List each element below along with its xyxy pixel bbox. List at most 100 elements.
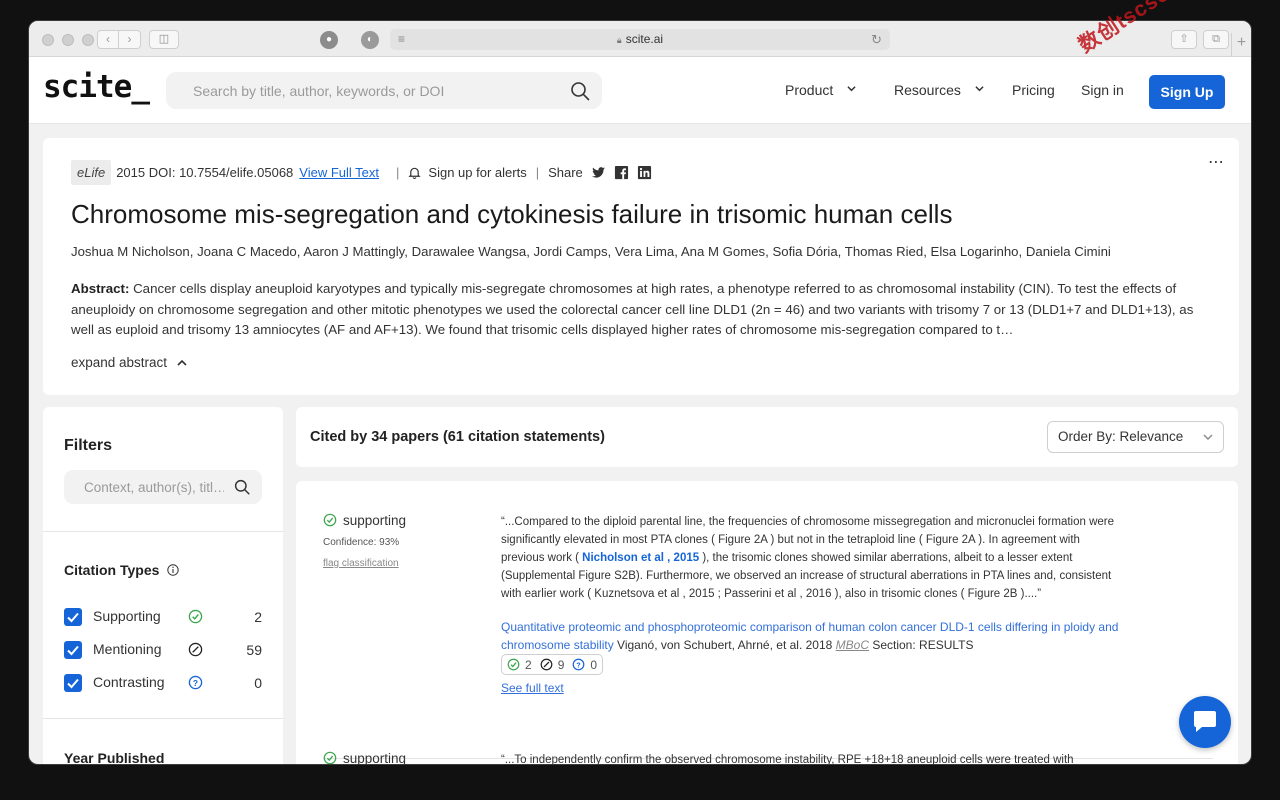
minimize-window-button[interactable]	[62, 34, 74, 46]
chevron-down-icon	[975, 86, 984, 92]
citation-tally[interactable]: 2 9 ? 0	[501, 654, 604, 675]
facebook-icon[interactable]	[614, 165, 629, 180]
citation-type-mentioning[interactable]: Mentioning 59	[64, 640, 262, 660]
back-arrow-icon[interactable]: ‹	[97, 30, 119, 49]
contrasting-label: Contrasting	[93, 674, 165, 690]
order-by-select[interactable]: Order By: Relevance	[1047, 421, 1224, 453]
search-icon[interactable]	[234, 479, 250, 495]
flag-classification-link[interactable]: flag classification	[323, 558, 399, 569]
citation-types-title: Citation Types	[64, 562, 180, 578]
tally-mentioning-count: 9	[557, 657, 565, 672]
confidence-score: Confidence: 93%	[323, 537, 400, 548]
expand-abstract-toggle[interactable]: expand abstract	[71, 355, 187, 370]
nav-product-label: Product	[785, 82, 834, 98]
nav-resources-label: Resources	[894, 82, 961, 98]
citation-type: supporting	[323, 513, 406, 528]
global-search	[166, 72, 602, 109]
nav-sign-in[interactable]: Sign in	[1081, 82, 1124, 98]
global-search-input[interactable]	[166, 72, 546, 109]
chevron-down-icon	[847, 86, 856, 92]
sign-up-alerts-link[interactable]: Sign up for alerts	[428, 165, 526, 180]
sign-up-button[interactable]: Sign Up	[1149, 75, 1225, 109]
separator: |	[396, 165, 400, 180]
year-published-title: Year Published	[64, 750, 165, 765]
citation-type-supporting[interactable]: Supporting 2	[64, 607, 262, 627]
citation-type-contrasting[interactable]: Contrasting ? 0	[64, 673, 262, 693]
citation-type-label: supporting	[343, 513, 407, 528]
info-icon[interactable]	[167, 564, 180, 576]
paper-title: Chromosome mis-segregation and cytokines…	[71, 199, 953, 229]
chevron-down-icon	[1203, 434, 1213, 440]
close-window-button[interactable]	[42, 34, 54, 46]
nav-product[interactable]: Product	[785, 82, 856, 98]
divider	[43, 718, 283, 719]
tally-contrasting: ? 0	[572, 658, 597, 672]
more-options-icon[interactable]: ⋯	[1208, 152, 1225, 172]
chat-support-button[interactable]	[1179, 696, 1231, 748]
twitter-icon[interactable]	[591, 165, 606, 180]
zoom-window-button[interactable]	[82, 34, 94, 46]
mentioning-checkbox[interactable]	[64, 641, 82, 659]
contrasting-icon: ?	[572, 658, 585, 671]
citation-snippet: “...To independently confirm the observe…	[501, 751, 1126, 765]
tally-supporting: 2	[507, 658, 532, 672]
citing-paper-section: Section: RESULTS	[869, 638, 974, 652]
new-tab-icon[interactable]: +	[1231, 33, 1251, 57]
share-page-icon[interactable]: ⇧	[1171, 30, 1197, 49]
supporting-icon	[323, 513, 337, 527]
forward-arrow-icon[interactable]: ›	[119, 30, 141, 49]
supporting-icon	[323, 751, 337, 764]
cited-by-header: Cited by 34 papers (61 citation statemen…	[296, 407, 1238, 467]
citation-type: supporting	[323, 751, 407, 765]
filter-search-input[interactable]	[64, 470, 224, 504]
address-bar[interactable]: ≡ 🔒︎ scite.ai ↻	[390, 29, 890, 50]
citing-paper-authors: Viganó, von Schubert, Ahrné, et al. 2018	[613, 638, 836, 652]
tally-mentioning: 9	[540, 657, 565, 672]
citing-paper-journal[interactable]: MBoC	[836, 638, 869, 652]
search-icon[interactable]	[570, 81, 590, 101]
snippet-text: “...To independently confirm the observe…	[501, 754, 1074, 765]
sidebar-toggle-icon[interactable]: ◫	[149, 30, 179, 49]
contrasting-count: 0	[254, 675, 262, 691]
extension-icon[interactable]: ●	[320, 31, 338, 49]
journal-badge[interactable]: eLife	[71, 160, 112, 185]
abstract-text: Cancer cells display aneuploid karyotype…	[71, 281, 1194, 337]
chevron-up-icon	[177, 359, 187, 366]
tally-supporting-count: 2	[525, 657, 532, 672]
reader-mode-icon[interactable]: ≡	[398, 29, 405, 50]
svg-text:?: ?	[193, 678, 198, 688]
paper-authors: Joshua M Nicholson, Joana C Macedo, Aaro…	[71, 244, 1111, 259]
citation-type-label: supporting	[343, 751, 407, 765]
nav-resources[interactable]: Resources	[894, 82, 984, 98]
chat-icon	[1194, 711, 1216, 732]
contrasting-checkbox[interactable]	[64, 674, 82, 692]
year-doi: 2015 DOI: 10.7554/elife.05068	[116, 165, 294, 180]
site-header: scite_ Product Resources Pricing Sign in…	[29, 57, 1251, 124]
linkedin-icon[interactable]	[637, 165, 652, 180]
browser-window: ‹ › ◫ ● ◐ ≡ 🔒︎scite.ai ↻ ⇧ ⧉ + scite_ Pr…	[28, 20, 1252, 765]
tab-overview-icon[interactable]: ⧉	[1203, 30, 1229, 49]
paper-abstract: Abstract: Cancer cells display aneuploid…	[71, 279, 1211, 341]
citation-snippet: “...Compared to the diploid parental lin…	[501, 513, 1126, 603]
snippet-highlight: Nicholson et al , 2015	[582, 552, 700, 564]
nav-pricing[interactable]: Pricing	[1012, 82, 1055, 98]
window-controls	[42, 34, 94, 46]
reload-icon[interactable]: ↻	[871, 29, 882, 50]
paper-card: eLife 2015 DOI: 10.7554/elife.05068 View…	[43, 138, 1239, 395]
history-nav: ‹ ›	[97, 30, 141, 49]
scite-logo[interactable]: scite_	[43, 69, 150, 105]
see-full-text-link[interactable]: See full text	[501, 681, 564, 695]
supporting-checkbox[interactable]	[64, 608, 82, 626]
divider	[43, 531, 283, 532]
view-full-text-link[interactable]: View Full Text	[299, 165, 379, 180]
mentioning-icon	[188, 642, 203, 657]
supporting-icon	[188, 609, 203, 624]
mentioning-label: Mentioning	[93, 641, 162, 657]
supporting-count: 2	[254, 609, 262, 625]
tally-contrasting-count: 0	[590, 657, 598, 672]
paper-meta: eLife 2015 DOI: 10.7554/elife.05068 View…	[71, 160, 652, 185]
shield-icon[interactable]: ◐	[361, 31, 379, 49]
citation-types-label: Citation Types	[64, 562, 160, 578]
browser-toolbar: ‹ › ◫ ● ◐ ≡ 🔒︎ scite.ai ↻ ⇧ ⧉ +	[29, 21, 1251, 57]
bell-icon[interactable]	[408, 166, 422, 179]
